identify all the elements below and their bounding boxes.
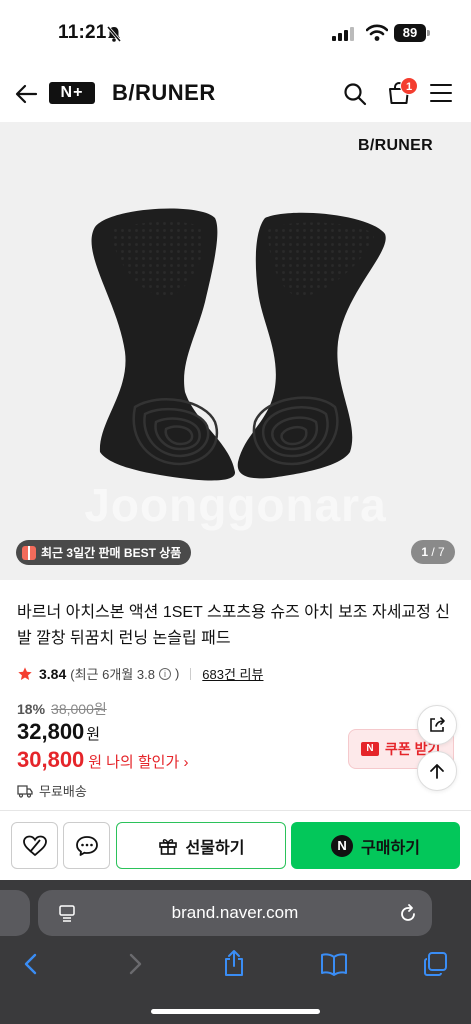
shipping-info: 무료배송 [17,781,87,800]
rating-score: 3.84 [39,665,67,682]
heart-icon [22,835,47,856]
chat-bubble-icon [75,835,98,856]
watermark: Joonggonara [84,479,387,531]
nplus-store-logo[interactable]: N+ [49,82,95,104]
bookmarks-icon[interactable] [320,952,348,976]
naver-n-icon: N [361,742,379,756]
my-price-unit: 원 [88,754,103,771]
recent-rating: (최근 6개월 3.8 [70,667,155,682]
my-price-value: 30,800 [17,747,85,772]
page-menu-icon[interactable] [58,904,76,922]
best-badge-label: 최근 3일간 판매 BEST 상품 [41,546,182,560]
sale-price: 32,800 원 [17,719,100,745]
back-arrow-icon[interactable] [14,82,40,106]
browser-back-icon[interactable] [20,952,42,976]
brand-logo[interactable]: B/RUNER [112,80,216,106]
address-url[interactable]: brand.naver.com [38,890,432,936]
my-price-label: 나의 할인가 › [106,754,189,771]
reload-icon[interactable] [399,903,417,923]
wishlist-button[interactable] [11,822,58,869]
tabs-icon[interactable] [422,951,448,977]
gift-button-label: 선물하기 [185,839,245,857]
image-brand-mark: B/RUNER [358,137,433,154]
info-icon[interactable]: i [158,667,171,680]
recent-rating-close: ) [174,666,180,681]
gift-icon [22,545,36,560]
divider [190,667,192,680]
scroll-top-button[interactable] [417,751,457,791]
cart-count-badge: 1 [400,77,418,95]
image-page-indicator: 1 / 7 [411,540,455,564]
talktalk-button[interactable] [63,822,110,869]
sale-price-unit: 원 [86,726,101,743]
truck-icon [17,784,33,798]
discount-row: 18% 38,000원 [17,699,107,719]
rating-row: 3.84 (최근 6개월 3.8 i ) 683건 리뷰 [17,664,263,683]
browser-forward-icon[interactable] [124,952,146,976]
wifi-icon [366,24,388,41]
search-icon[interactable] [343,82,367,106]
gift-box-icon [158,838,177,855]
buy-button[interactable]: N 구매하기 [291,822,460,869]
buy-button-label: 구매하기 [361,839,420,857]
product-title: 바르너 아치스본 액션 1SET 스포츠용 슈즈 아치 보조 자세교정 신발 깔… [17,604,451,647]
review-count-link[interactable]: 683건 리뷰 [202,664,263,683]
bell-mute-icon [106,26,122,42]
home-indicator [151,1009,320,1014]
best-seller-badge: 최근 3일간 판매 BEST 상품 [16,540,192,565]
naver-pay-icon: N [331,834,354,857]
browser-share-icon[interactable] [221,949,247,977]
battery-tip [427,30,430,36]
discount-percent: 18% [17,701,46,717]
buy-bar-divider [0,810,471,811]
previous-tab-peek[interactable] [0,890,30,936]
battery-indicator: 89 [394,24,426,42]
original-price: 38,000원 [51,701,107,717]
arrow-up-icon [430,764,444,779]
share-button[interactable] [417,705,457,745]
gift-button[interactable]: 선물하기 [116,822,286,869]
status-time: 11:21 [58,22,107,43]
shipping-label: 무료배송 [39,784,87,799]
sale-price-value: 32,800 [17,719,85,744]
star-icon [18,666,32,680]
hamburger-menu-icon[interactable] [430,84,452,102]
share-icon [430,717,445,732]
cellular-signal-icon [332,27,354,41]
my-discount-price[interactable]: 30,800 원 나의 할인가 › [17,747,188,773]
